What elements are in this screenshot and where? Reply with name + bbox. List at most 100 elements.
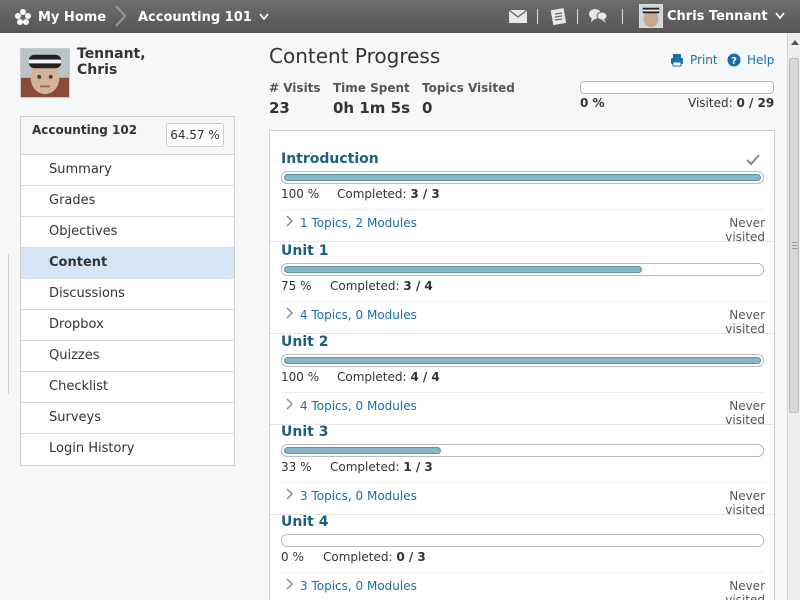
checkmark-icon	[746, 154, 760, 166]
nav-item-login-history[interactable]: Login History	[21, 434, 234, 465]
visits-value: 23	[269, 99, 290, 117]
help-icon: ?	[727, 53, 741, 67]
course-selector[interactable]: Accounting 101	[138, 7, 269, 27]
chevron-down-icon	[259, 13, 269, 21]
unit-completed: Completed: 0 / 3	[323, 550, 426, 564]
nav-item-summary[interactable]: Summary	[21, 155, 234, 186]
unit-topics-link[interactable]: 3 Topics, 0 Modules	[300, 489, 417, 503]
scroll-grip-line	[792, 245, 798, 246]
flower-home-icon	[15, 9, 31, 25]
toolbar-divider	[537, 9, 538, 24]
unit-title[interactable]: Unit 3	[281, 424, 328, 440]
unit-completed: Completed: 3 / 4	[330, 279, 433, 293]
topics-visited-value: 0	[422, 99, 433, 117]
toolbar-divider	[577, 9, 578, 24]
unit-topics-link[interactable]: 1 Topics, 2 Modules	[300, 216, 417, 230]
print-button[interactable]: Print	[670, 53, 718, 67]
page-title: Content Progress	[269, 44, 441, 68]
unit-visit-status: Never visited	[725, 579, 765, 600]
unit-percent: 75 %	[281, 279, 312, 293]
unit-percent: 0 %	[281, 550, 304, 564]
my-home-link[interactable]: My Home	[14, 7, 106, 27]
unit-completed-label: Completed:	[330, 279, 400, 293]
nav-item-surveys[interactable]: Surveys	[21, 403, 234, 434]
unit-title[interactable]: Unit 4	[281, 514, 328, 530]
overall-progress-percent: 0 %	[580, 96, 605, 110]
nav-item-grades[interactable]: Grades	[21, 186, 234, 217]
mail-icon[interactable]	[508, 7, 528, 25]
help-button[interactable]: ? Help	[727, 53, 774, 67]
unit-topics-link[interactable]: 4 Topics, 0 Modules	[300, 308, 417, 322]
unit-completed-label: Completed:	[337, 370, 407, 384]
scroll-grip-line	[792, 248, 798, 249]
profile-photo	[20, 48, 70, 98]
nav-course-name: Accounting 102	[32, 123, 138, 137]
nav-item-quizzes[interactable]: Quizzes	[21, 341, 234, 372]
course-nav: Accounting 102 64.57 % Summary Grades Ob…	[20, 116, 235, 466]
unit-progress-bar	[281, 354, 764, 367]
unit-completed: Completed: 1 / 3	[330, 460, 433, 474]
scroll-up-arrow-icon[interactable]	[791, 40, 799, 45]
unit-completed-label: Completed:	[330, 460, 400, 474]
chevron-right-icon[interactable]	[285, 578, 293, 590]
unit-row: Unit 4 0 % Completed: 0 / 3 3 Topics, 0 Mod…	[270, 514, 774, 600]
unit-title[interactable]: Unit 2	[281, 334, 328, 350]
unit-title[interactable]: Unit 1	[281, 243, 328, 259]
profile-name-line1: Tennant,	[77, 46, 146, 62]
visits-label: # Visits	[269, 81, 321, 95]
unit-completed-label: Completed:	[337, 187, 407, 201]
unit-title[interactable]: Introduction	[281, 151, 379, 167]
units-panel: Introduction 100 % Completed: 3 / 3 1 Topic…	[269, 130, 775, 600]
left-gutter-divider	[8, 254, 9, 394]
my-home-label: My Home	[38, 9, 107, 25]
unit-completed-value: 1 / 3	[403, 460, 433, 474]
nav-item-objectives[interactable]: Objectives	[21, 217, 234, 248]
time-spent-value: 0h 1m 5s	[333, 99, 410, 117]
nav-item-dropbox[interactable]: Dropbox	[21, 310, 234, 341]
unit-divider	[281, 482, 764, 483]
unit-row: Unit 2 100 % Completed: 4 / 4 4 Topics, 0 M…	[270, 334, 774, 427]
nav-item-checklist[interactable]: Checklist	[21, 372, 234, 403]
print-label: Print	[690, 53, 718, 67]
overall-progress-bar	[580, 81, 774, 94]
top-navbar: My Home Accounting 101 Chris Tennant	[0, 0, 800, 33]
unit-percent: 33 %	[281, 460, 312, 474]
unit-progress-fill	[284, 357, 761, 364]
unit-visit-status: Never visited	[725, 216, 765, 244]
chevron-right-icon[interactable]	[285, 215, 293, 227]
chat-icon[interactable]	[588, 7, 608, 25]
avatar	[639, 4, 663, 28]
unit-completed-value: 4 / 4	[410, 370, 440, 384]
overall-visited-label: Visited:	[688, 96, 733, 110]
unit-completed-value: 0 / 3	[396, 550, 426, 564]
svg-text:?: ?	[731, 56, 737, 67]
page-scrollbar[interactable]	[787, 33, 800, 600]
nav-item-content[interactable]: Content	[21, 248, 234, 279]
unit-progress-fill	[284, 174, 761, 181]
unit-progress-fill	[284, 266, 642, 273]
unit-row: Unit 1 75 % Completed: 3 / 4 4 Topics, 0 Mo…	[270, 243, 774, 336]
scrollbar-thumb[interactable]	[789, 58, 799, 413]
chevron-right-icon[interactable]	[285, 307, 293, 319]
unit-progress-bar	[281, 263, 764, 276]
topics-visited-label: Topics Visited	[422, 81, 515, 95]
unit-divider	[281, 392, 764, 393]
user-menu[interactable]: Chris Tennant	[639, 3, 785, 29]
unit-completed-value: 3 / 4	[403, 279, 433, 293]
profile-name: Tennant, Chris	[77, 46, 187, 78]
chevron-right-icon[interactable]	[285, 488, 293, 500]
unit-row: Unit 3 33 % Completed: 1 / 3 3 Topics, 0 Mo…	[270, 424, 774, 517]
overall-visited: Visited: 0 / 29	[688, 96, 774, 110]
overall-visited-value: 0 / 29	[736, 96, 775, 110]
unit-completed: Completed: 4 / 4	[337, 370, 440, 384]
notes-icon[interactable]	[549, 7, 569, 25]
help-label: Help	[747, 53, 775, 67]
profile-name-line2: Chris	[77, 62, 118, 78]
unit-topics-link[interactable]: 3 Topics, 0 Modules	[300, 579, 417, 593]
nav-item-discussions[interactable]: Discussions	[21, 279, 234, 310]
unit-topics-link[interactable]: 4 Topics, 0 Modules	[300, 399, 417, 413]
nav-course-header: Accounting 102 64.57 %	[21, 117, 234, 155]
unit-percent: 100 %	[281, 187, 320, 201]
chevron-right-icon[interactable]	[285, 398, 293, 410]
unit-progress-fill	[284, 447, 441, 454]
